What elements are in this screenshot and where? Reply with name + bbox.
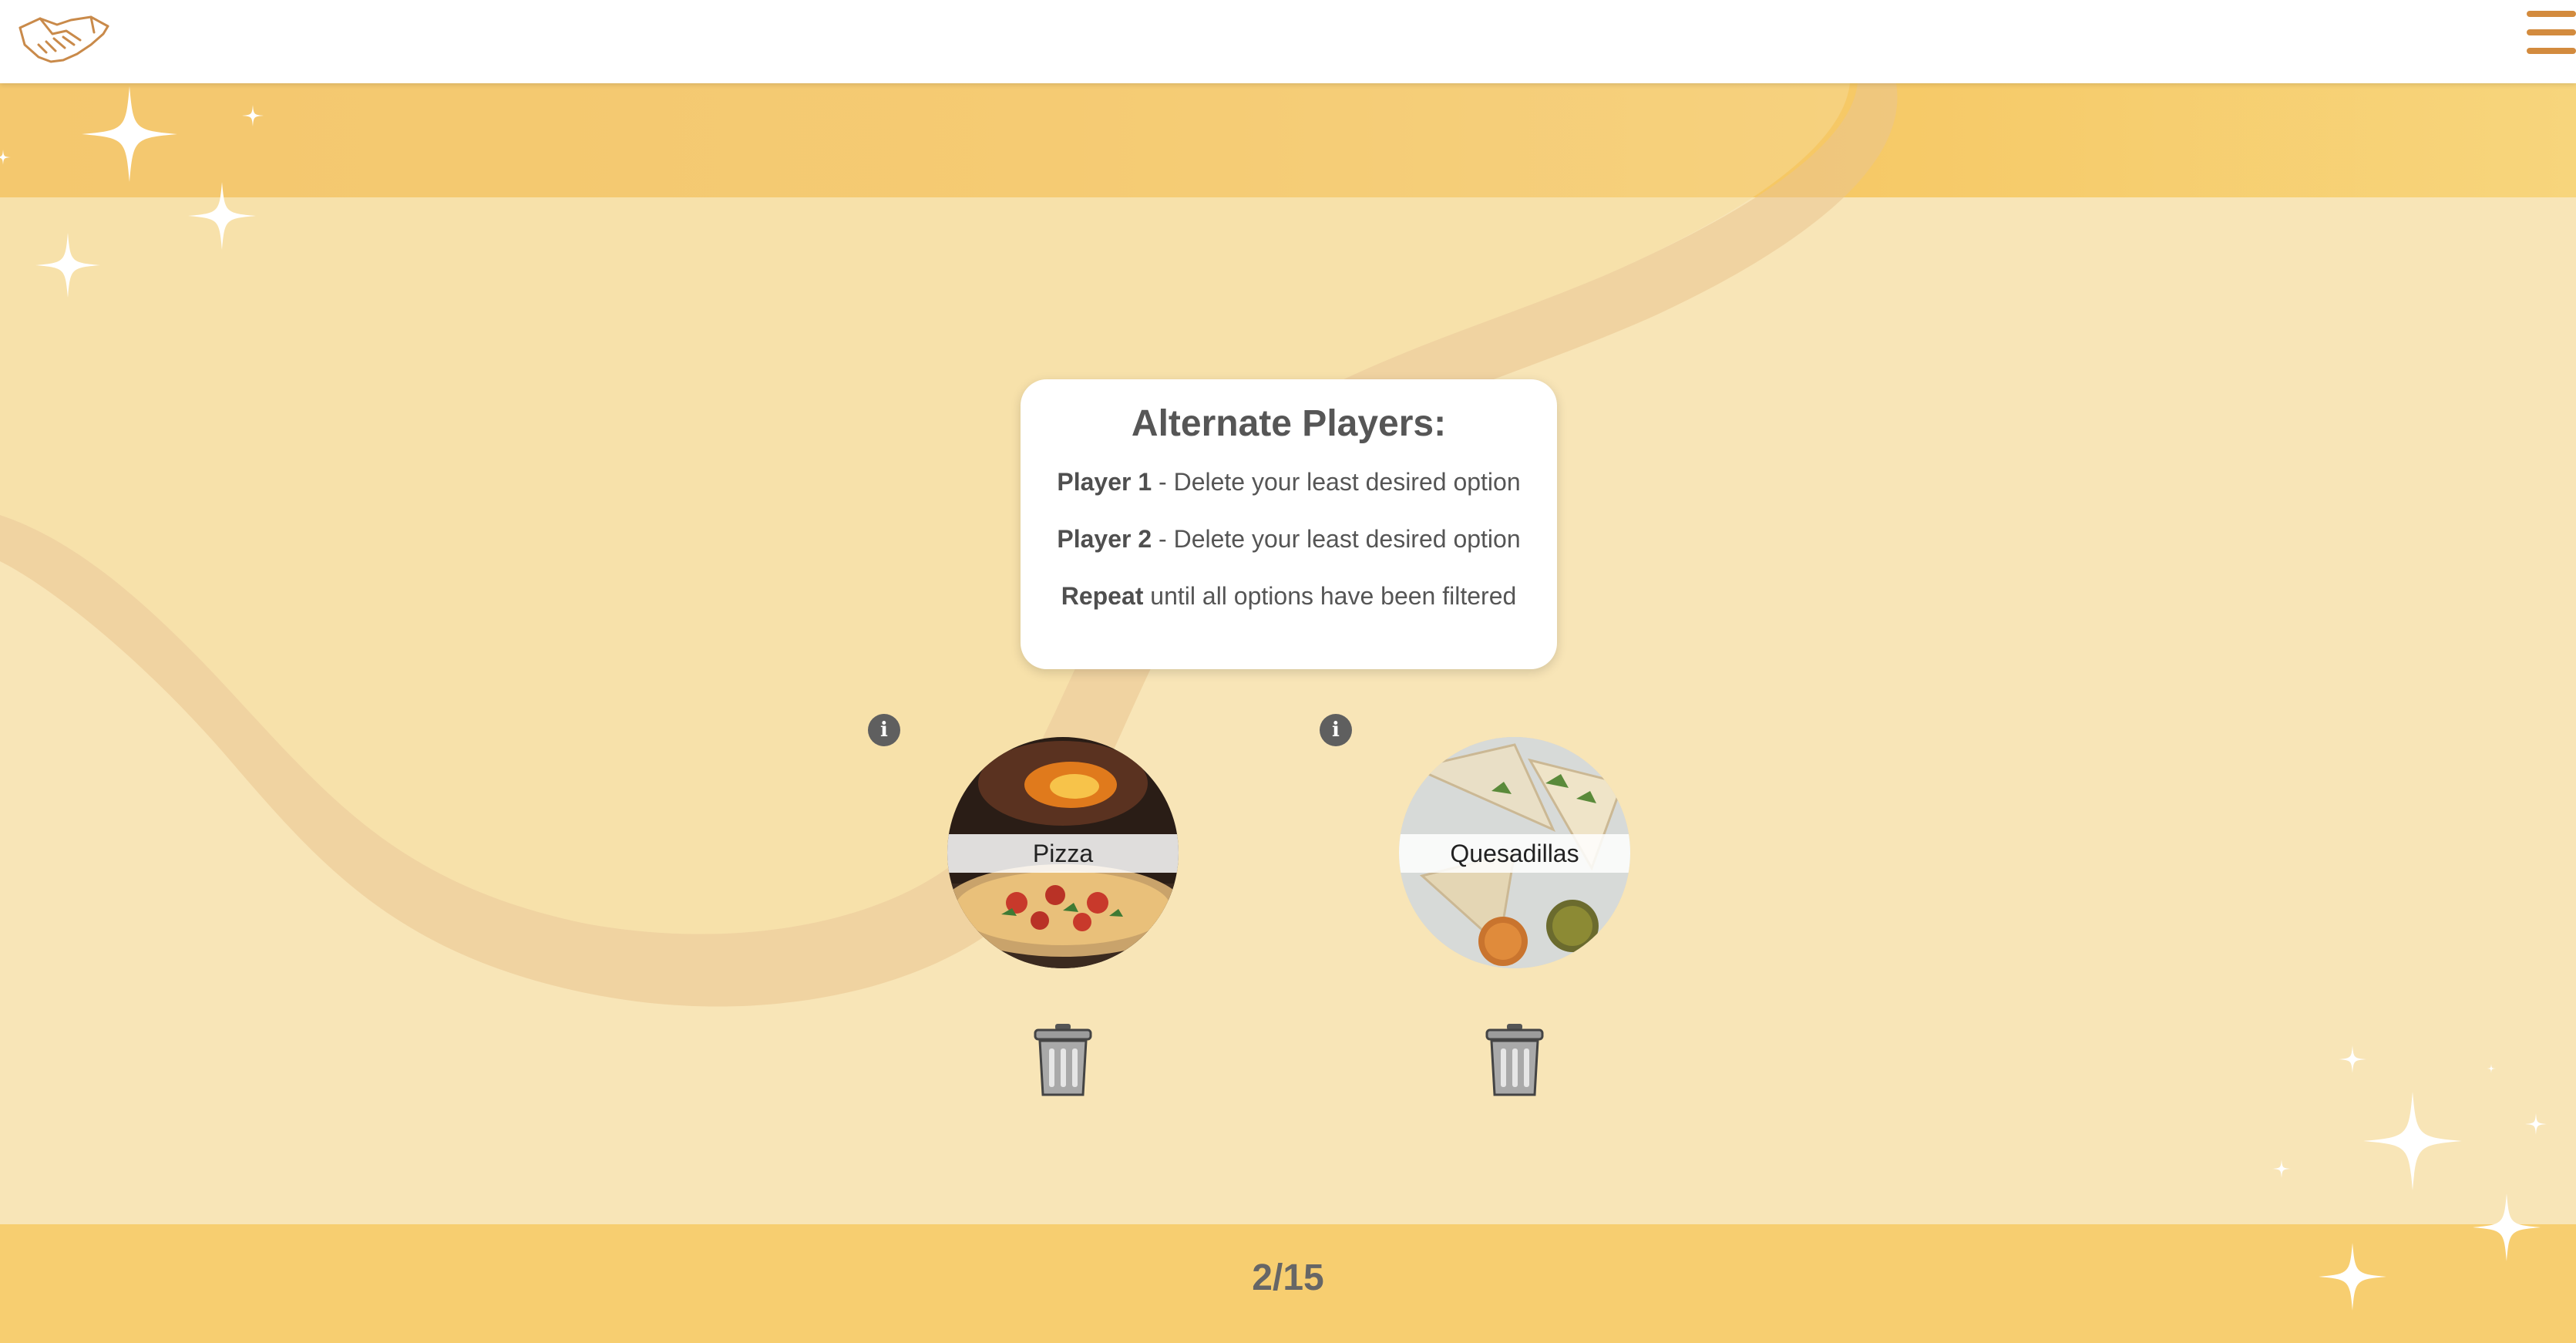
option-card-quesadillas: i Quesadillas (1320, 714, 1643, 1099)
handshake-icon[interactable] (17, 11, 111, 66)
top-navigation-bar (0, 0, 2576, 83)
option-label: Quesadillas (1399, 834, 1630, 873)
quesadillas-image[interactable]: Quesadillas (1399, 737, 1630, 968)
instructions-title: Alternate Players: (1131, 403, 1447, 444)
trash-can-icon[interactable] (1032, 1022, 1094, 1099)
info-icon[interactable]: i (1320, 714, 1352, 746)
trash-can-icon[interactable] (1484, 1022, 1545, 1099)
pizza-image[interactable]: Pizza (947, 737, 1179, 968)
instructions-card: Alternate Players: Player 1 - Delete you… (1021, 379, 1557, 669)
instruction-line-repeat: Repeat until all options have been filte… (1061, 582, 1517, 610)
instruction-line-player-2: Player 2 - Delete your least desired opt… (1057, 525, 1521, 553)
option-card-pizza: i Pizza (868, 714, 1192, 1099)
hamburger-menu-icon[interactable] (2521, 11, 2576, 66)
option-label: Pizza (947, 834, 1179, 873)
progress-counter: 2/15 (1252, 1257, 1324, 1298)
info-icon[interactable]: i (868, 714, 900, 746)
instruction-line-player-1: Player 1 - Delete your least desired opt… (1057, 468, 1521, 496)
